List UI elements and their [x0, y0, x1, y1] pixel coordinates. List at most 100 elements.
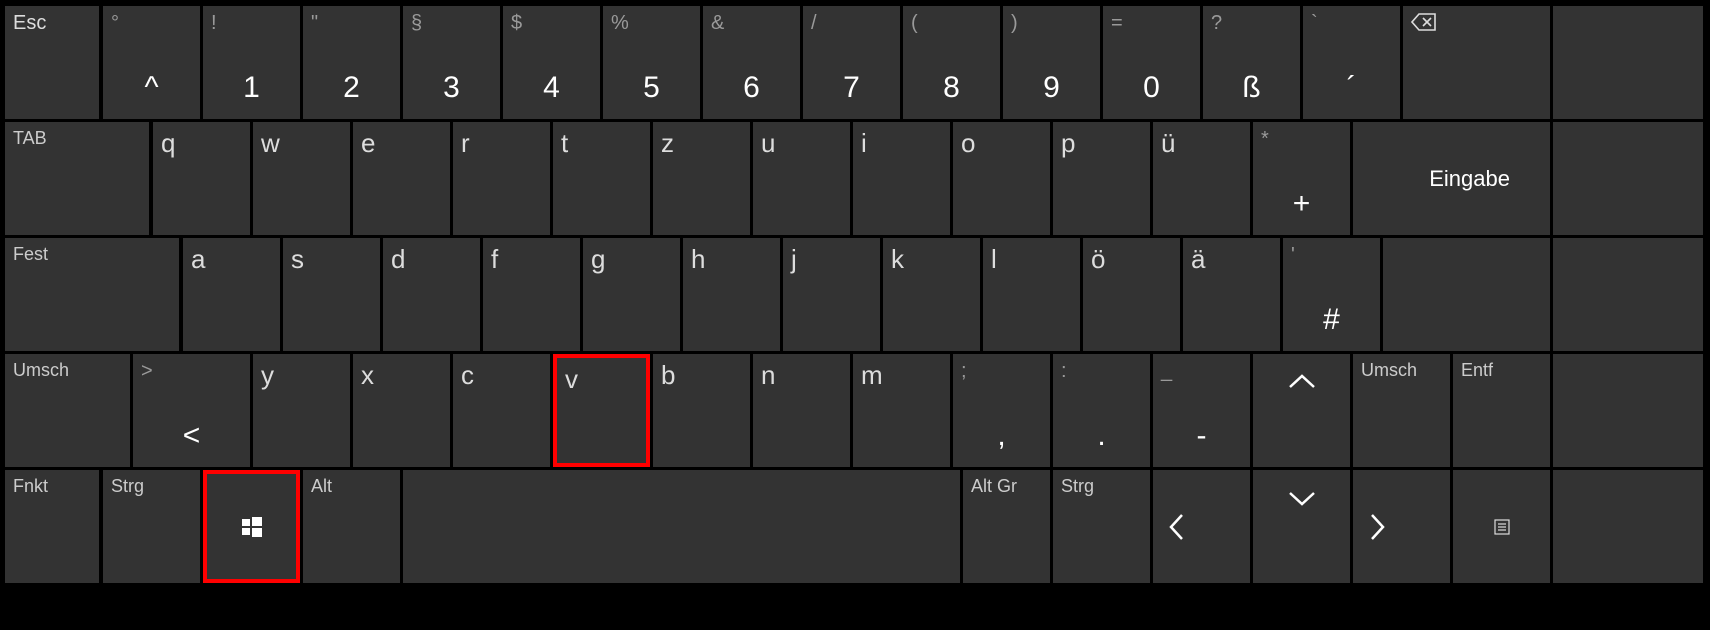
key-j[interactable]: j — [783, 238, 880, 351]
key-l[interactable]: l — [983, 238, 1080, 351]
key-dash[interactable]: _ - — [1153, 354, 1250, 467]
key-7[interactable]: / 7 — [803, 6, 900, 119]
enter-lower-key[interactable] — [1383, 238, 1550, 351]
ctrl-right-label: Strg — [1061, 476, 1094, 497]
key-p[interactable]: p — [1053, 122, 1150, 235]
key-f[interactable]: f — [483, 238, 580, 351]
ctrl-left-key[interactable]: Strg — [103, 470, 200, 583]
arrow-up-key[interactable] — [1253, 354, 1350, 467]
key-z[interactable]: z — [653, 122, 750, 235]
key-5-top: % — [611, 12, 629, 35]
key-i[interactable]: i — [853, 122, 950, 235]
key-o[interactable]: o — [953, 122, 1050, 235]
key-8[interactable]: ( 8 — [903, 6, 1000, 119]
arrow-down-key[interactable] — [1253, 470, 1350, 583]
key-m[interactable]: m — [853, 354, 950, 467]
key-v[interactable]: v — [553, 354, 650, 467]
key-3[interactable]: § 3 — [403, 6, 500, 119]
key-5[interactable]: % 5 — [603, 6, 700, 119]
space-key[interactable] — [403, 470, 960, 583]
chevron-up-icon — [1288, 373, 1316, 391]
key-6[interactable]: & 6 — [703, 6, 800, 119]
key-w[interactable]: w — [253, 122, 350, 235]
key-ae[interactable]: ä — [1183, 238, 1280, 351]
key-e-label: e — [361, 128, 375, 159]
key-u[interactable]: u — [753, 122, 850, 235]
key-n[interactable]: n — [753, 354, 850, 467]
key-comma-top: ; — [961, 360, 967, 383]
blank-key-4[interactable] — [1553, 354, 1703, 467]
key-1[interactable]: ! 1 — [203, 6, 300, 119]
blank-key-2[interactable] — [1553, 122, 1703, 235]
key-8-bottom: 8 — [903, 71, 1000, 105]
blank-key-3[interactable] — [1553, 238, 1703, 351]
key-g[interactable]: g — [583, 238, 680, 351]
key-r[interactable]: r — [453, 122, 550, 235]
key-oe[interactable]: ö — [1083, 238, 1180, 351]
key-k[interactable]: k — [883, 238, 980, 351]
key-9-bottom: 9 — [1003, 71, 1100, 105]
altgr-key[interactable]: Alt Gr — [963, 470, 1050, 583]
tab-key[interactable]: TAB — [5, 122, 149, 235]
key-v-label: v — [565, 364, 578, 395]
key-plus[interactable]: * + — [1253, 122, 1350, 235]
key-s[interactable]: s — [283, 238, 380, 351]
key-t[interactable]: t — [553, 122, 650, 235]
key-c[interactable]: c — [453, 354, 550, 467]
backspace-key[interactable] — [1403, 6, 1550, 119]
key-u-label: u — [761, 128, 775, 159]
key-period-top: : — [1061, 360, 1067, 383]
blank-key-1[interactable] — [1553, 6, 1703, 119]
key-ss[interactable]: ? ß — [1203, 6, 1300, 119]
key-y-label: y — [261, 360, 274, 391]
key-4[interactable]: $ 4 — [503, 6, 600, 119]
caret-key[interactable]: ° ^ — [103, 6, 200, 119]
key-ss-bottom: ß — [1203, 71, 1300, 105]
delete-key[interactable]: Entf — [1453, 354, 1550, 467]
menu-key[interactable] — [1453, 470, 1550, 583]
caps-lock-key[interactable]: Fest — [5, 238, 179, 351]
arrow-left-key[interactable] — [1153, 470, 1250, 583]
key-lessthan[interactable]: > < — [133, 354, 250, 467]
key-l-label: l — [991, 244, 997, 275]
key-e[interactable]: e — [353, 122, 450, 235]
alt-key[interactable]: Alt — [303, 470, 400, 583]
key-2-bottom: 2 — [303, 71, 400, 105]
key-0-bottom: 0 — [1103, 71, 1200, 105]
esc-key[interactable]: Esc — [5, 6, 99, 119]
key-2[interactable]: " 2 — [303, 6, 400, 119]
blank-key-5[interactable] — [1553, 470, 1703, 583]
key-a[interactable]: a — [183, 238, 280, 351]
enter-key[interactable]: Eingabe — [1353, 122, 1550, 235]
caret-top: ° — [111, 12, 119, 35]
ctrl-right-key[interactable]: Strg — [1053, 470, 1150, 583]
key-b[interactable]: b — [653, 354, 750, 467]
key-d[interactable]: d — [383, 238, 480, 351]
key-w-label: w — [261, 128, 280, 159]
key-ue[interactable]: ü — [1153, 122, 1250, 235]
key-accent[interactable]: ` ´ — [1303, 6, 1400, 119]
key-comma[interactable]: ; , — [953, 354, 1050, 467]
key-m-label: m — [861, 360, 883, 391]
shift-right-key[interactable]: Umsch — [1353, 354, 1450, 467]
key-4-bottom: 4 — [503, 71, 600, 105]
key-h[interactable]: h — [683, 238, 780, 351]
key-hash[interactable]: ' # — [1283, 238, 1380, 351]
on-screen-keyboard: Esc ° ^ ! 1 " 2 § 3 $ 4 % 5 & 6 / 7 ( 8 … — [0, 0, 1710, 630]
key-9[interactable]: ) 9 — [1003, 6, 1100, 119]
key-j-label: j — [791, 244, 797, 275]
key-q[interactable]: q — [153, 122, 250, 235]
key-7-bottom: 7 — [803, 71, 900, 105]
fn-key[interactable]: Fnkt — [5, 470, 99, 583]
windows-key[interactable] — [203, 470, 300, 583]
chevron-left-icon — [1168, 513, 1186, 541]
key-x[interactable]: x — [353, 354, 450, 467]
arrow-right-key[interactable] — [1353, 470, 1450, 583]
key-0[interactable]: = 0 — [1103, 6, 1200, 119]
key-period-bottom: . — [1053, 419, 1150, 453]
esc-label: Esc — [13, 12, 46, 35]
key-0-top: = — [1111, 12, 1123, 35]
key-y[interactable]: y — [253, 354, 350, 467]
key-period[interactable]: : . — [1053, 354, 1150, 467]
shift-left-key[interactable]: Umsch — [5, 354, 130, 467]
